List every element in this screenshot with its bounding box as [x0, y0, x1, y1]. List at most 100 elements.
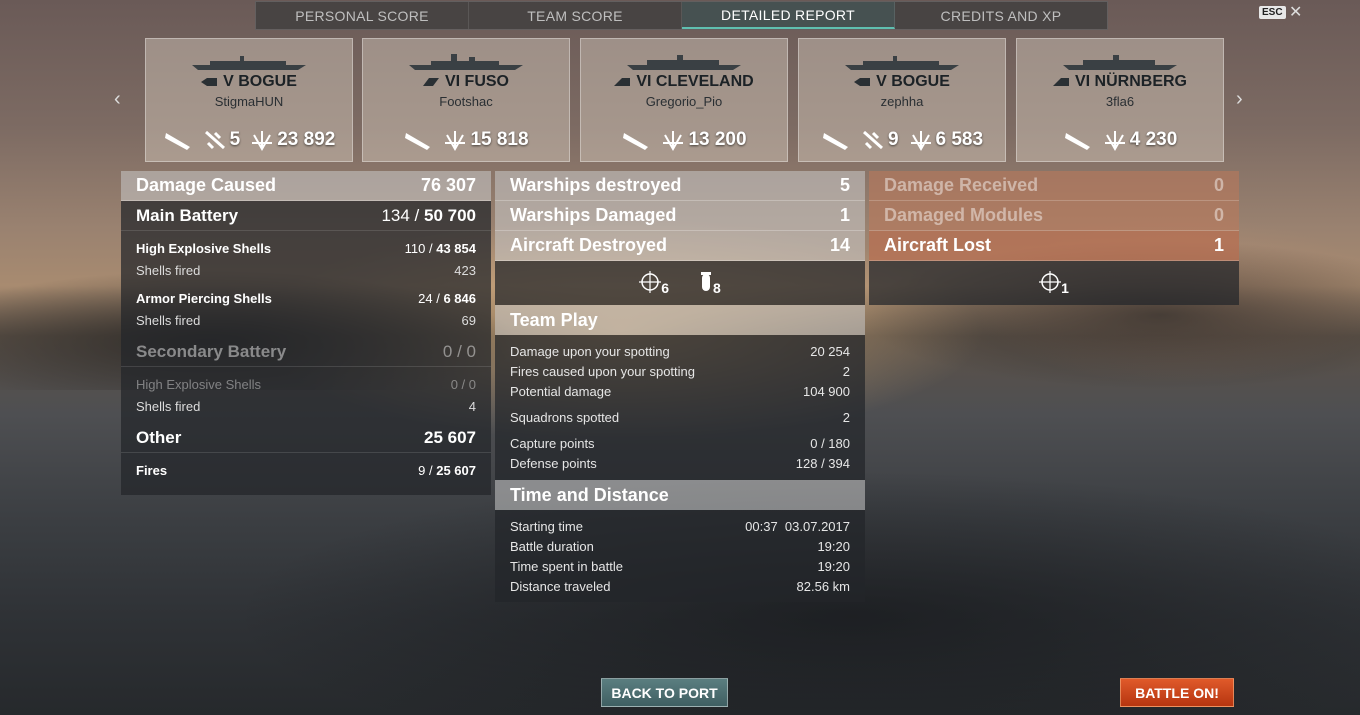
tab-personal-score[interactable]: PERSONAL SCORE: [256, 2, 469, 29]
tp-label: Fires caused upon your spotting: [510, 363, 695, 379]
planes-count: 5: [229, 129, 241, 150]
ship-sunk-icon: [623, 133, 649, 150]
planes-count: 9: [887, 129, 899, 150]
warships-destroyed-value: 5: [839, 175, 850, 195]
aircraft-carrier-icon: [854, 77, 871, 86]
player-name: 3fla6: [1105, 94, 1135, 109]
he-shells-label: High Explosive Shells: [136, 240, 272, 256]
ship-sunk-icon: [164, 133, 190, 150]
ship-sunk-icon: [822, 133, 848, 150]
ship-name: V BOGUE: [223, 73, 297, 90]
ship-card[interactable]: V BOGUE zephha 9 6 583: [798, 38, 1006, 162]
he-fired-label: Shells fired: [136, 262, 201, 278]
battle-on-button[interactable]: BATTLE ON!: [1120, 678, 1234, 707]
ship-sunk-icon: [1064, 133, 1090, 150]
player-name: StigmaHUN: [214, 94, 284, 109]
tp-value: 2: [842, 409, 850, 425]
damage-received-label: Damage Received: [884, 175, 1039, 195]
ap-damage: 6 846: [443, 290, 476, 306]
main-battery-label: Main Battery: [136, 205, 239, 225]
ship-silhouette-icon: [627, 55, 741, 70]
aircraft-destroyed-label: Aircraft Destroyed: [510, 235, 668, 255]
starting-time-value: 00:37: [745, 518, 778, 534]
tab-credits-and-xp[interactable]: CREDITS AND XP: [895, 2, 1107, 29]
ship-silhouette-icon: [1063, 55, 1177, 70]
plane-shot-down-icon: [862, 130, 883, 150]
starting-time-label: Starting time: [510, 518, 583, 534]
hits-received-count: 1: [1061, 279, 1069, 296]
battleship-icon: [422, 77, 439, 86]
he-fired-count: 423: [454, 262, 476, 278]
close-icon[interactable]: ✕: [1289, 2, 1302, 22]
damage-value: 13 200: [688, 129, 747, 150]
time-spent-label: Time spent in battle: [510, 558, 623, 574]
cruiser-icon: [1052, 77, 1069, 86]
next-arrow-icon[interactable]: ›: [1236, 88, 1243, 111]
fires-label: Fires: [136, 462, 168, 478]
tp-value: 0 / 180: [810, 435, 850, 451]
aircraft-destroyed-value: 14: [829, 235, 850, 255]
damage-caused-panel: Damage Caused 76 307 Main Battery 134 / 50…: [121, 171, 491, 495]
ship-name: V BOGUE: [876, 73, 950, 90]
damage-caused-label: Damage Caused: [136, 175, 277, 195]
warships-destroyed-label: Warships destroyed: [510, 175, 682, 195]
ship-card[interactable]: VI FUSO Footshac 15 818: [362, 38, 570, 162]
secondary-battery-value: 0 / 0: [442, 341, 476, 361]
sec-he-shells-label: High Explosive Shells: [136, 376, 262, 392]
player-name: Gregorio_Pio: [645, 94, 723, 109]
aircraft-lost-label: Aircraft Lost: [884, 235, 992, 255]
ship-card[interactable]: V BOGUE StigmaHUN 5 23 892: [145, 38, 353, 162]
damage-received-value: 0: [1213, 175, 1224, 195]
fires-count: 9 /: [418, 462, 433, 478]
tp-label: Capture points: [510, 435, 595, 451]
tp-value: 104 900: [803, 383, 850, 399]
ship-name: VI CLEVELAND: [636, 73, 754, 90]
tp-value: 20 254: [810, 343, 850, 359]
ship-card[interactable]: VI NÜRNBERG 3fla6 4 230: [1016, 38, 1224, 162]
crosshair-icon: [639, 270, 662, 293]
player-name: zephha: [880, 94, 924, 109]
tab-team-score[interactable]: TEAM SCORE: [469, 2, 682, 29]
tab-detailed-report[interactable]: DETAILED REPORT: [682, 2, 895, 29]
cruiser-icon: [614, 77, 631, 86]
damage-icon: [1104, 131, 1125, 151]
main-battery-hits-count: 6: [661, 279, 669, 296]
ship-card[interactable]: VI CLEVELAND Gregorio_Pio 13 200: [580, 38, 788, 162]
fires-damage: 25 607: [436, 462, 476, 478]
sec-he-value: 0 / 0: [450, 376, 476, 392]
warships-damaged-label: Warships Damaged: [510, 205, 677, 225]
aircraft-carrier-icon: [201, 77, 218, 86]
ship-sunk-icon: [405, 133, 431, 150]
time-distance-title: Time and Distance: [510, 484, 669, 505]
ship-silhouette-icon: [192, 56, 306, 70]
back-to-port-button[interactable]: BACK TO PORT: [601, 678, 728, 707]
damage-icon: [663, 131, 684, 151]
plane-shot-down-icon: [204, 130, 225, 150]
damage-value: 6 583: [935, 129, 984, 150]
tp-label: Potential damage: [510, 383, 612, 399]
player-name: Footshac: [439, 94, 493, 109]
ap-hits: 24 /: [418, 290, 440, 306]
battle-duration-label: Battle duration: [510, 538, 594, 554]
esc-key-hint: ESC: [1259, 6, 1286, 19]
ap-fired-label: Shells fired: [136, 312, 201, 328]
secondary-battery-label: Secondary Battery: [136, 341, 287, 361]
damage-received-panel: Damage Received 0 Damaged Modules 0 Aircra…: [869, 171, 1239, 305]
damage-caused-total: 76 307: [420, 175, 476, 195]
damaged-modules-value: 0: [1213, 205, 1224, 225]
he-damage: 43 854: [436, 240, 476, 256]
distance-label: Distance traveled: [510, 578, 611, 594]
tp-label: Defense points: [510, 455, 597, 471]
damage-value: 4 230: [1129, 129, 1178, 150]
time-spent-value: 19:20: [817, 558, 850, 574]
damage-value: 15 818: [470, 129, 529, 150]
prev-arrow-icon[interactable]: ‹: [114, 88, 121, 111]
ap-fired-count: 69: [461, 312, 476, 328]
damage-value: 23 892: [277, 129, 336, 150]
damage-icon: [252, 131, 273, 151]
other-label: Other: [136, 427, 182, 447]
ship-silhouette-icon: [409, 54, 523, 70]
aircraft-lost-value: 1: [1213, 235, 1224, 255]
bomb-icon: [701, 271, 711, 291]
distance-value: 82.56 km: [796, 578, 850, 594]
